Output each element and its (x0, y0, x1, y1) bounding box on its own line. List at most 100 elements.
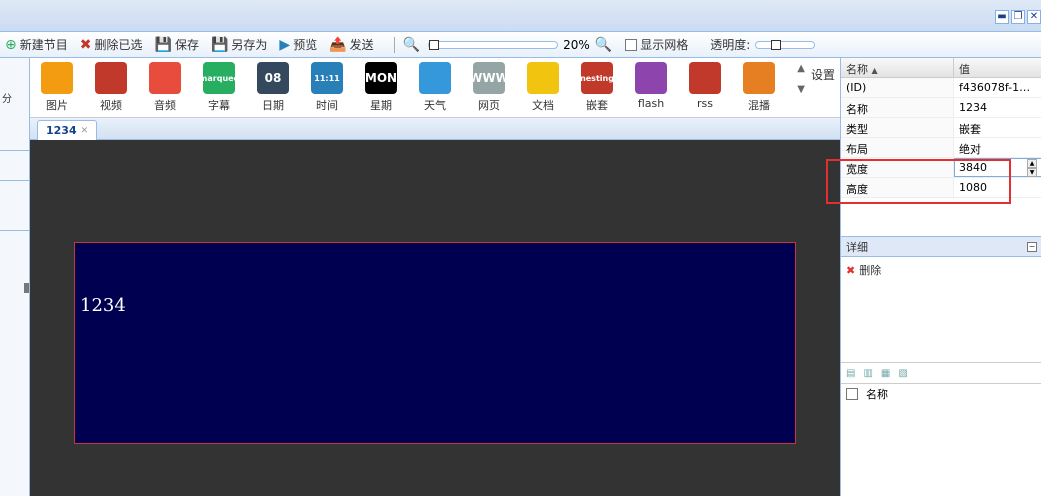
sidebar-separator (0, 230, 30, 231)
tab-strip: 1234 ✕ (30, 118, 840, 140)
component-字幕[interactable]: marquee 字幕 (192, 62, 246, 113)
tab-1234[interactable]: 1234 ✕ (37, 120, 98, 140)
component-视频[interactable]: 视频 (84, 62, 138, 113)
canvas-area[interactable]: 1234 (30, 140, 840, 496)
show-grid-label: 显示网格 (640, 38, 689, 52)
网页-icon: WWW (469, 62, 509, 94)
component-星期[interactable]: MON 星期 (354, 62, 408, 113)
canvas-text: 1234 (80, 295, 126, 316)
select-all-checkbox[interactable] (846, 387, 858, 400)
details-delete-button[interactable]: ✖ 删除 (841, 257, 1041, 283)
component-嵌套[interactable]: nesting 嵌套 (570, 62, 624, 113)
toolbar-separator (393, 36, 395, 53)
component-日期[interactable]: 08 日期 (246, 62, 300, 113)
sidebar-separator (0, 180, 30, 181)
component-rss[interactable]: rss (678, 62, 732, 113)
right-panel: 名称 ▲ 值 (ID) f436078f-19f3... 名称 1234 类型 嵌套 布局绝… (826, 58, 1041, 496)
property-row: 高度 1080 (841, 178, 1041, 198)
delete-selected-label: 删除已选 (94, 38, 143, 52)
details-collapse-button[interactable]: − (1027, 241, 1037, 252)
property-name: 布局 (841, 138, 954, 157)
save-as-icon: 💾 (210, 36, 229, 53)
list-icon[interactable]: ▧ (898, 368, 907, 379)
maximize-button[interactable]: ❐ (1011, 10, 1025, 24)
settings-button[interactable]: 设置 (811, 66, 835, 83)
chart-icon[interactable]: ▥ (863, 368, 872, 379)
混播-label: 混播 (748, 99, 770, 112)
send-icon: 📤 (329, 36, 347, 53)
日期-icon: 08 (257, 62, 289, 94)
align-icon[interactable]: ▤ (846, 368, 855, 379)
component-flash[interactable]: flash (624, 62, 678, 113)
details-panel: 详细 − ✖ 删除 (841, 236, 1041, 356)
property-value[interactable]: f436078f-19f3... (954, 78, 1041, 97)
bottom-panel-toolbar: ▤ ▥ ▦ ▧ (841, 363, 1041, 383)
close-button[interactable]: ✕ (1027, 10, 1041, 24)
component-网页[interactable]: WWW 网页 (462, 62, 516, 113)
new-program-button[interactable]: ⊕ 新建节目 (5, 36, 68, 53)
tab-close-icon[interactable]: ✕ (81, 126, 89, 136)
文档-label: 文档 (532, 99, 554, 112)
property-row: (ID) f436078f-19f3... (841, 78, 1041, 98)
minimize-button[interactable]: ▬ (995, 10, 1009, 24)
preview-label: 预览 (293, 38, 318, 52)
property-name: 高度 (841, 178, 954, 197)
spinner-control[interactable]: ▲ ▼ (1027, 159, 1037, 177)
zoom-in-icon[interactable]: 🔍 (595, 38, 612, 52)
scroll-arrows[interactable]: ▲ ▼ (797, 63, 805, 95)
视频-label: 视频 (100, 99, 122, 112)
bottom-header-name: 名称 (866, 387, 888, 401)
save-button[interactable]: 💾 保存 (155, 36, 199, 53)
preview-button[interactable]: ▶ 预览 (279, 36, 317, 53)
window-title-bar: ▬ ❐ ✕ (0, 0, 1041, 32)
bottom-panel: ▤ ▥ ▦ ▧ 名称 (841, 362, 1041, 496)
字幕-icon: marquee (199, 62, 239, 94)
文档-icon (527, 62, 559, 94)
property-row: 名称 1234 (841, 98, 1041, 118)
property-value[interactable]: 1234 (954, 98, 1041, 117)
property-grid: 名称 ▲ 值 (ID) f436078f-19f3... 名称 1234 类型 嵌套 布局绝… (826, 58, 1041, 228)
transparency-slider[interactable] (755, 39, 816, 50)
component-音频[interactable]: 音频 (138, 62, 192, 113)
component-时间[interactable]: 11:11 时间 (300, 62, 354, 113)
send-button[interactable]: 📤 发送 (329, 36, 373, 53)
zoom-slider[interactable]: 20% (428, 38, 590, 52)
transparency-control: 透明度: (710, 36, 820, 53)
preview-icon: ▶ (279, 36, 291, 53)
sidebar-label: 分 (2, 94, 12, 105)
checkbox (625, 38, 638, 51)
layout-icon[interactable]: ▦ (881, 368, 890, 379)
collapse-handle[interactable] (24, 283, 29, 293)
property-value[interactable]: 嵌套 (954, 118, 1041, 137)
天气-icon (419, 62, 451, 94)
tab-label: 1234 (46, 124, 77, 137)
save-icon: 💾 (154, 36, 172, 53)
component-天气[interactable]: 天气 (408, 62, 462, 113)
混播-icon (743, 62, 775, 94)
嵌套-label: 嵌套 (586, 99, 608, 112)
property-name: 类型 (841, 118, 954, 137)
header-name[interactable]: 名称 (846, 63, 868, 76)
canvas-element[interactable]: 1234 (74, 242, 796, 444)
component-toolbar: 图片 视频 音频 marquee 字幕 08 日期 11:11 时间 MON 星期 天气 WWW 网页 文档… (30, 58, 840, 118)
视频-icon (95, 62, 127, 94)
save-as-button[interactable]: 💾 另存为 (211, 36, 267, 53)
header-value: 值 (954, 58, 1041, 77)
main-toolbar: ⊕ 新建节目 ✖ 删除已选 💾 保存 💾 另存为 ▶ 预览 📤 发送 🔍 20%… (0, 32, 1041, 58)
嵌套-icon: nesting (580, 62, 614, 94)
send-label: 发送 (349, 38, 374, 52)
时间-label: 时间 (316, 99, 338, 112)
网页-label: 网页 (478, 99, 500, 112)
component-图片[interactable]: 图片 (30, 62, 84, 113)
星期-label: 星期 (370, 99, 392, 112)
delete-selected-button[interactable]: ✖ 删除已选 (80, 36, 143, 53)
component-文档[interactable]: 文档 (516, 62, 570, 113)
bottom-panel-header: 名称 (841, 383, 1041, 403)
时间-icon: 11:11 (311, 62, 343, 94)
property-row: 类型 嵌套 (841, 118, 1041, 138)
component-混播[interactable]: 混播 (732, 62, 786, 113)
property-value[interactable]: 1080 (954, 178, 1041, 197)
show-grid-checkbox[interactable]: 显示网格 (625, 36, 688, 53)
property-value[interactable]: 绝对 (954, 138, 1041, 157)
zoom-out-icon[interactable]: 🔍 (403, 38, 420, 52)
